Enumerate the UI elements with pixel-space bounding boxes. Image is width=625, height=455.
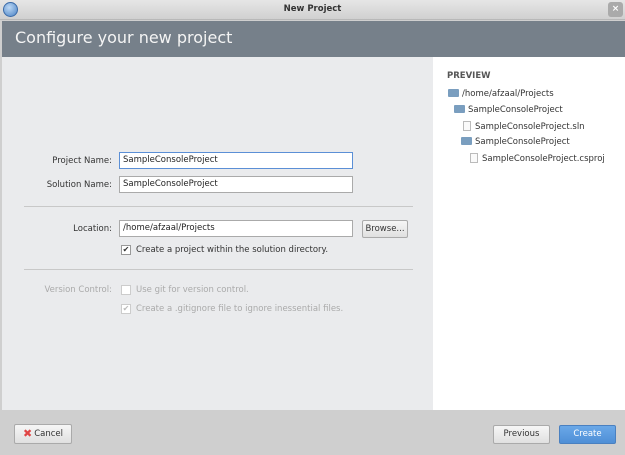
tree-item: SampleConsoleProject [454, 105, 563, 115]
project-name-input[interactable]: SampleConsoleProject [119, 152, 353, 169]
project-name-label: Project Name: [52, 156, 112, 166]
gitignore-checkbox[interactable]: ✔ [121, 304, 131, 314]
solution-name-input[interactable]: SampleConsoleProject [119, 176, 353, 193]
page-title: Configure your new project [15, 28, 233, 47]
use-git-label: Use git for version control. [136, 285, 249, 295]
tree-item-label: SampleConsoleProject [475, 137, 570, 147]
tree-item: SampleConsoleProject.sln [463, 121, 585, 132]
title-bar: New Project × [0, 0, 625, 20]
location-label: Location: [73, 224, 112, 234]
previous-button[interactable]: Previous [493, 425, 550, 444]
create-button[interactable]: Create [559, 425, 616, 444]
preview-panel: PREVIEW /home/afzaal/Projects SampleCons… [433, 57, 625, 410]
window-title: New Project [283, 4, 342, 14]
folder-icon [448, 89, 459, 97]
tree-item: SampleConsoleProject [461, 137, 570, 147]
cancel-button[interactable]: ✖ Cancel [14, 424, 72, 444]
browse-button[interactable]: Browse... [362, 220, 408, 238]
tree-item-label: /home/afzaal/Projects [462, 89, 554, 99]
app-icon [3, 2, 18, 17]
tree-item: SampleConsoleProject.csproj [470, 153, 605, 164]
location-input[interactable]: /home/afzaal/Projects [119, 220, 353, 237]
gitignore-label: Create a .gitignore file to ignore iness… [136, 304, 344, 314]
page-header: Configure your new project [2, 21, 625, 57]
cancel-label: Cancel [34, 429, 63, 439]
tree-item-label: SampleConsoleProject.csproj [482, 154, 605, 164]
form-panel: Project Name: SampleConsoleProject Solut… [2, 57, 433, 410]
create-in-solution-dir-label: Create a project within the solution dir… [136, 245, 329, 255]
file-icon [463, 121, 471, 131]
version-control-label: Version Control: [44, 285, 112, 295]
cancel-icon: ✖ [22, 427, 33, 440]
close-button[interactable]: × [608, 2, 623, 17]
tree-item: /home/afzaal/Projects [448, 89, 554, 99]
preview-title: PREVIEW [447, 71, 491, 81]
folder-icon [461, 137, 472, 145]
file-icon [470, 153, 478, 163]
tree-item-label: SampleConsoleProject [468, 105, 563, 115]
divider [24, 269, 413, 270]
solution-name-label: Solution Name: [46, 180, 112, 190]
tree-item-label: SampleConsoleProject.sln [475, 122, 585, 132]
folder-icon [454, 105, 465, 113]
divider [24, 206, 413, 207]
use-git-checkbox[interactable] [121, 285, 131, 295]
create-in-solution-dir-checkbox[interactable]: ✔ [121, 245, 131, 255]
